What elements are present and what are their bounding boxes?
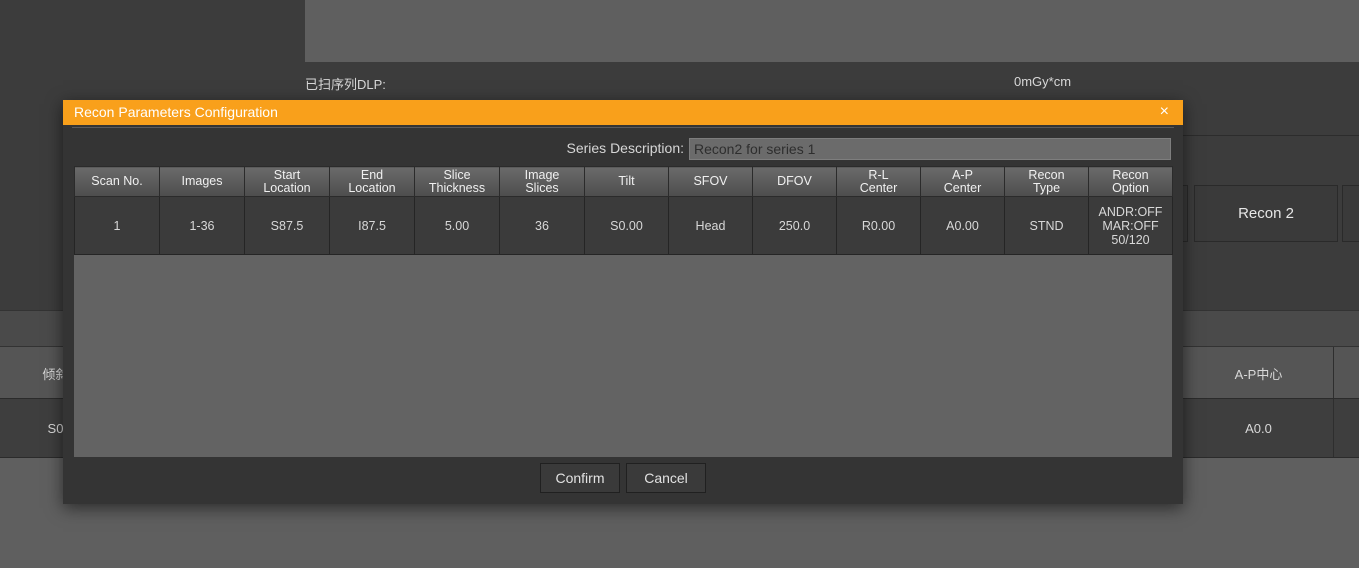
table-cell: ANDR:OFF MAR:OFF 50/120 [1088,196,1173,255]
cancel-button[interactable]: Cancel [626,463,706,493]
table-cell: 250.0 [752,196,837,255]
column-header-text: Image [524,167,560,182]
confirm-button[interactable]: Confirm [540,463,620,493]
table-cell: 5.00 [414,196,500,255]
column-header-text: Tilt [618,174,635,188]
column-header: SFOV [668,166,753,197]
series-description-label: Series Description: [566,140,685,156]
dialog-title-bar[interactable]: Recon Parameters Configuration × [63,100,1183,125]
column-header: R-L Center [836,166,921,197]
table-cell: A0.00 [920,196,1005,255]
column-header-text: R-L [868,167,889,182]
table-cell: 1-36 [159,196,245,255]
column-header: Start Location [244,166,330,197]
column-header: Images [159,166,245,197]
recon-option-line: 50/120 [1111,232,1150,247]
dlp-value: 0mGy*cm [1014,74,1072,89]
preview-panel [305,0,1359,62]
column-header: Recon Type [1004,166,1089,197]
column-header-text: A-P [952,167,973,182]
recon-tab-3[interactable] [1342,185,1359,242]
column-header-text: Recon [1028,167,1065,182]
column-header-text: Center [943,180,982,195]
column-header-text: DFOV [777,174,812,188]
recon-parameters-table: Scan No. Images Start Location End Location Sl… [74,166,1173,255]
table-cell: 36 [499,196,585,255]
bg-header-ap-center: A-P中心 [1184,347,1334,399]
recon-option-line: MAR:OFF [1102,218,1159,233]
column-header-text: Start [273,167,301,182]
column-header-text: Recon [1112,167,1149,182]
column-header: Tilt [584,166,669,197]
table-row[interactable]: 1 1-36 S87.5 I87.5 5.00 36 S0.00 Head 250.0 R0.00… [74,196,1173,255]
table-cell: Head [668,196,753,255]
table-cell: STND [1004,196,1089,255]
recon-tab-2[interactable]: Recon 2 [1194,185,1338,242]
series-description-input[interactable] [689,138,1171,160]
close-icon[interactable]: × [1160,103,1169,121]
recon-parameters-dialog: Recon Parameters Configuration × Series … [63,100,1183,504]
column-header-text: Images [181,174,223,188]
table-header-row: Scan No. Images Start Location End Location Sl… [74,166,1173,197]
column-header: Scan No. [74,166,160,197]
table-cell: 1 [74,196,160,255]
column-header: A-P Center [920,166,1005,197]
column-header: Recon Option [1088,166,1173,197]
table-cell: I87.5 [329,196,415,255]
table-cell: S0.00 [584,196,669,255]
column-header-text: Slices [525,180,559,195]
column-header-text: Scan No. [91,174,143,188]
table-cell: R0.00 [836,196,921,255]
column-header: DFOV [752,166,837,197]
column-header-text: Thickness [428,180,486,195]
column-header: Image Slices [499,166,585,197]
dialog-title: Recon Parameters Configuration [74,104,278,120]
column-header-text: Center [859,180,898,195]
dialog-button-row: Confirm Cancel [63,463,1183,493]
series-description-row: Series Description: [63,138,1183,160]
title-divider [72,127,1174,128]
column-header-text: End [360,167,384,182]
bg-cell-ap-center: A0.0 [1184,399,1334,457]
recon-parameters-grid: Scan No. Images Start Location End Location Sl… [74,166,1173,457]
dlp-label: 已扫序列DLP: [305,77,386,92]
column-header-text: Location [348,180,396,195]
column-header: Slice Thickness [414,166,500,197]
column-header-text: Location [263,180,311,195]
column-header-text: SFOV [693,174,728,188]
column-header-text: Option [1112,180,1149,195]
recon-option-line: ANDR:OFF [1098,204,1163,219]
table-cell: S87.5 [244,196,330,255]
column-header-text: Type [1032,180,1061,195]
column-header: End Location [329,166,415,197]
column-header-text: Slice [443,167,471,182]
